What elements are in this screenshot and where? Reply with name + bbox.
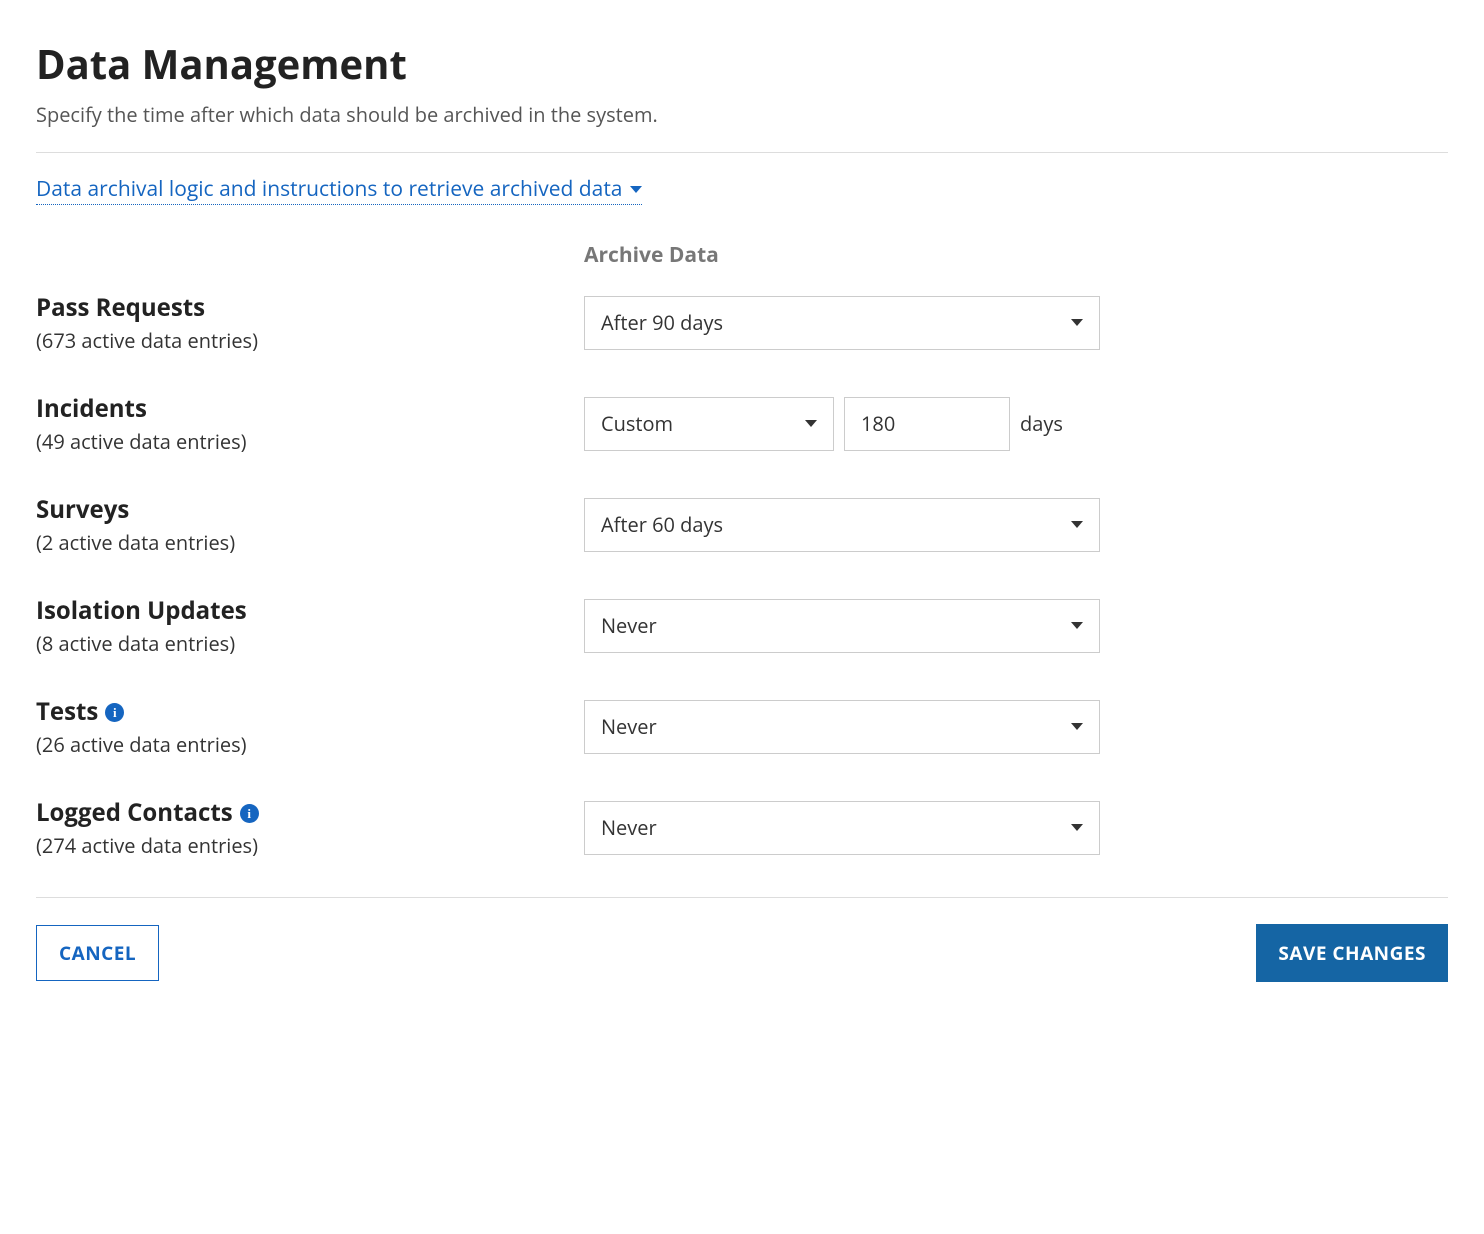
info-icon[interactable]: i [105, 703, 124, 722]
select-value: After 60 days [601, 511, 1071, 538]
save-changes-button[interactable]: SAVE CHANGES [1256, 924, 1448, 982]
row-tests: Tests i (26 active data entries) Never [36, 695, 1448, 758]
row-title-pass-requests: Pass Requests [36, 291, 584, 324]
caret-down-icon [1071, 319, 1083, 326]
page-title: Data Management [36, 36, 1448, 91]
select-surveys[interactable]: After 60 days [584, 498, 1100, 552]
select-value: Never [601, 713, 1071, 740]
select-logged-contacts[interactable]: Never [584, 801, 1100, 855]
divider [36, 152, 1448, 153]
select-incidents[interactable]: Custom [584, 397, 834, 451]
select-pass-requests[interactable]: After 90 days [584, 296, 1100, 350]
custom-unit-label: days [1020, 410, 1063, 437]
archival-instructions-link[interactable]: Data archival logic and instructions to … [36, 175, 642, 205]
row-sub-pass-requests: (673 active data entries) [36, 327, 584, 354]
footer-divider [36, 897, 1448, 898]
caret-down-icon [805, 420, 817, 427]
row-sub-incidents: (49 active data entries) [36, 428, 584, 455]
select-value: Never [601, 814, 1071, 841]
info-icon[interactable]: i [240, 804, 259, 823]
select-value: Never [601, 612, 1071, 639]
select-value: Custom [601, 410, 805, 437]
caret-down-icon [1071, 622, 1083, 629]
select-isolation-updates[interactable]: Never [584, 599, 1100, 653]
cancel-button[interactable]: CANCEL [36, 925, 159, 981]
row-isolation-updates: Isolation Updates (8 active data entries… [36, 594, 1448, 657]
select-value: After 90 days [601, 309, 1071, 336]
caret-down-icon [1071, 824, 1083, 831]
row-incidents: Incidents (49 active data entries) Custo… [36, 392, 1448, 455]
caret-down-icon [630, 186, 642, 193]
row-sub-tests: (26 active data entries) [36, 731, 584, 758]
row-sub-logged-contacts: (274 active data entries) [36, 832, 584, 859]
row-surveys: Surveys (2 active data entries) After 60… [36, 493, 1448, 556]
archive-data-column-header: Archive Data [584, 241, 1448, 269]
row-pass-requests: Pass Requests (673 active data entries) … [36, 291, 1448, 354]
archival-instructions-label: Data archival logic and instructions to … [36, 175, 622, 203]
footer: CANCEL SAVE CHANGES [36, 924, 1448, 982]
row-sub-surveys: (2 active data entries) [36, 529, 584, 556]
select-tests[interactable]: Never [584, 700, 1100, 754]
row-title-incidents: Incidents [36, 392, 584, 425]
custom-days-input-incidents[interactable] [844, 397, 1010, 451]
row-title-surveys: Surveys [36, 493, 584, 526]
row-sub-isolation-updates: (8 active data entries) [36, 630, 584, 657]
caret-down-icon [1071, 723, 1083, 730]
row-title-isolation-updates: Isolation Updates [36, 594, 584, 627]
row-logged-contacts: Logged Contacts i (274 active data entri… [36, 796, 1448, 859]
row-title-tests: Tests [36, 695, 98, 728]
caret-down-icon [1071, 521, 1083, 528]
page-subtitle: Specify the time after which data should… [36, 101, 1448, 128]
row-title-logged-contacts: Logged Contacts [36, 796, 233, 829]
